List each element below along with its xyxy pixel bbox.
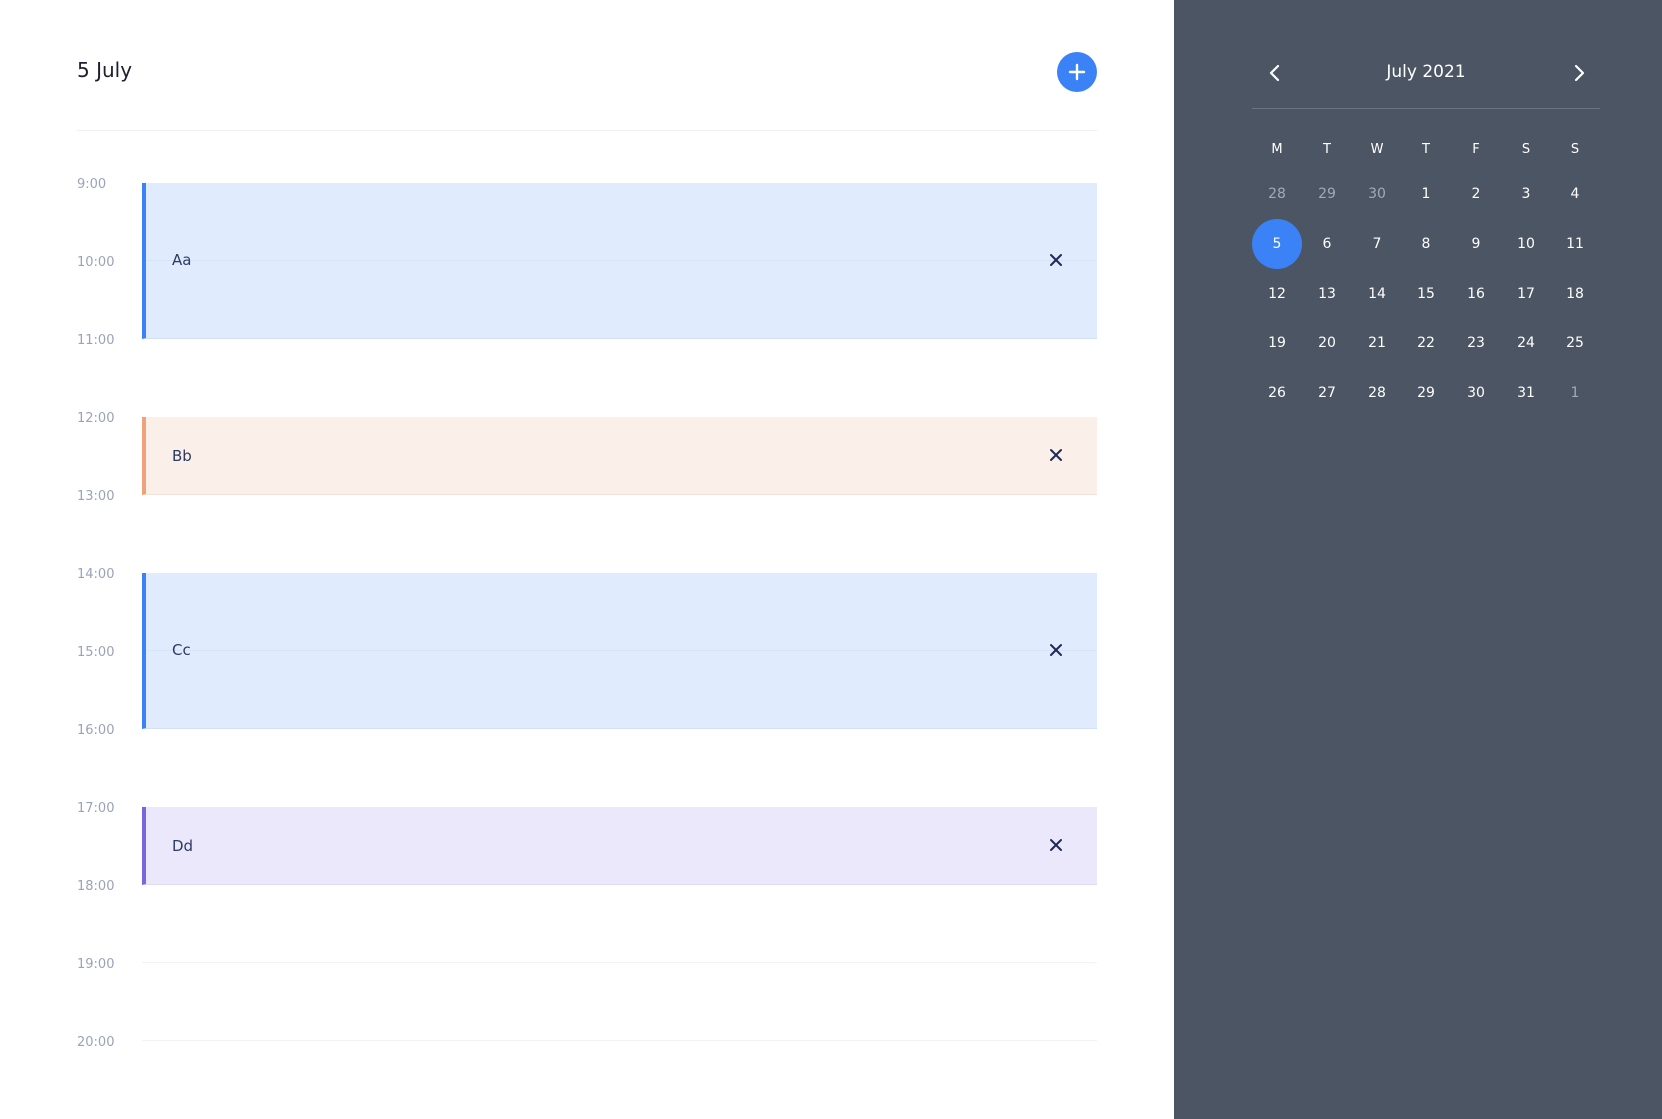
calendar-day[interactable]: 3 <box>1501 169 1551 219</box>
calendar-day[interactable]: 26 <box>1252 368 1302 418</box>
calendar-day[interactable]: 7 <box>1352 219 1402 269</box>
calendar-day[interactable]: 19 <box>1252 318 1302 368</box>
event-block[interactable]: Bb <box>142 417 1097 495</box>
calendar-day[interactable]: 25 <box>1550 318 1600 368</box>
weekday-label: T <box>1422 142 1430 157</box>
event-block[interactable]: Cc <box>142 573 1097 729</box>
calendar-day[interactable]: 21 <box>1352 318 1402 368</box>
calendar-day[interactable]: 9 <box>1451 219 1501 269</box>
calendar-app: 5 July 9:00 10:00 11:00 12:00 13:00 14:0… <box>0 0 1662 1119</box>
calendar-day[interactable]: 24 <box>1501 318 1551 368</box>
calendar-day[interactable]: 29 <box>1401 368 1451 418</box>
event-title: Cc <box>172 641 191 659</box>
hour-label: 19:00 <box>77 957 115 972</box>
weekday-label: T <box>1323 142 1331 157</box>
calendar-sidebar <box>1174 0 1662 1119</box>
event-title: Aa <box>172 251 192 269</box>
calendar-day[interactable]: 17 <box>1501 269 1551 319</box>
hour-label: 9:00 <box>77 177 107 192</box>
event-title: Dd <box>172 837 194 855</box>
day-view: 5 July 9:00 10:00 11:00 12:00 13:00 14:0… <box>0 0 1174 1119</box>
weekday-label: F <box>1472 142 1480 157</box>
calendar-day[interactable]: 15 <box>1401 269 1451 319</box>
calendar-divider <box>1252 108 1600 109</box>
hour-label: 20:00 <box>77 1035 115 1050</box>
hour-label: 17:00 <box>77 801 115 816</box>
weekday-label: M <box>1271 142 1283 157</box>
calendar-day[interactable]: 4 <box>1550 169 1600 219</box>
calendar-day[interactable]: 28 <box>1352 368 1402 418</box>
calendar-day[interactable]: 8 <box>1401 219 1451 269</box>
event-title: Bb <box>172 447 192 465</box>
calendar-day[interactable]: 6 <box>1302 219 1352 269</box>
hour-label: 18:00 <box>77 879 115 894</box>
calendar-day[interactable]: 29 <box>1302 169 1352 219</box>
hour-label: 12:00 <box>77 411 115 426</box>
hour-label: 14:00 <box>77 567 115 582</box>
calendar-day[interactable]: 23 <box>1451 318 1501 368</box>
close-icon[interactable] <box>1047 641 1065 659</box>
calendar-day[interactable]: 28 <box>1252 169 1302 219</box>
calendar-day[interactable]: 27 <box>1302 368 1352 418</box>
hour-grid-line <box>146 260 1097 261</box>
weekday-label: S <box>1570 142 1580 157</box>
hour-grid-line <box>146 650 1097 651</box>
calendar-day[interactable]: 1 <box>1401 169 1451 219</box>
calendar-day[interactable]: 11 <box>1550 219 1600 269</box>
month-label: July 2021 <box>1386 62 1466 82</box>
event-block[interactable]: Dd <box>142 807 1097 885</box>
hour-label: 15:00 <box>77 645 115 660</box>
event-block[interactable]: Aa <box>142 183 1097 339</box>
calendar-day[interactable]: 22 <box>1401 318 1451 368</box>
calendar-day[interactable]: 1 <box>1550 368 1600 418</box>
calendar-day[interactable]: 16 <box>1451 269 1501 319</box>
hour-label: 10:00 <box>77 255 115 270</box>
hour-label: 16:00 <box>77 723 115 738</box>
hour-label: 11:00 <box>77 333 115 348</box>
hour-grid-line <box>142 962 1097 963</box>
calendar-day[interactable]: 2 <box>1451 169 1501 219</box>
hour-grid-line <box>142 1040 1097 1041</box>
chevron-right-icon[interactable] <box>1566 60 1592 86</box>
close-icon[interactable] <box>1047 446 1065 464</box>
calendar-day[interactable]: 13 <box>1302 269 1352 319</box>
hour-label: 13:00 <box>77 489 115 504</box>
calendar-day[interactable]: 12 <box>1252 269 1302 319</box>
calendar-day[interactable]: 18 <box>1550 269 1600 319</box>
close-icon[interactable] <box>1047 836 1065 854</box>
calendar-day-selected[interactable]: 5 <box>1252 219 1302 269</box>
calendar-day[interactable]: 30 <box>1352 169 1402 219</box>
calendar-day[interactable]: 14 <box>1352 269 1402 319</box>
weekday-label: W <box>1370 142 1384 157</box>
calendar-day[interactable]: 31 <box>1501 368 1551 418</box>
close-icon[interactable] <box>1047 251 1065 269</box>
calendar-day[interactable]: 20 <box>1302 318 1352 368</box>
calendar-day[interactable]: 10 <box>1501 219 1551 269</box>
calendar-day[interactable]: 30 <box>1451 368 1501 418</box>
weekday-label: S <box>1521 142 1531 157</box>
timeline: 9:00 10:00 11:00 12:00 13:00 14:00 15:00… <box>0 0 1174 1119</box>
